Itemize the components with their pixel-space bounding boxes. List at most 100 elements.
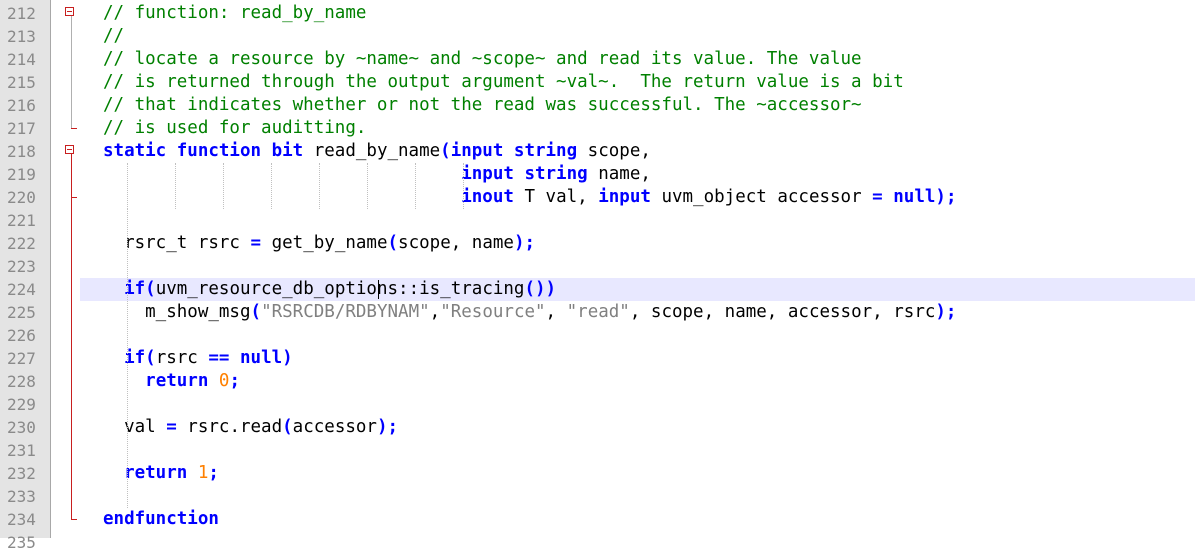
code-line[interactable]: 219 input string name, (0, 163, 1195, 186)
code-line[interactable]: 230 val = rsrc.read(accessor); (0, 416, 1195, 439)
fold-collapse-icon[interactable] (65, 7, 74, 16)
code-token: ( (145, 279, 156, 299)
code-token: ); (935, 187, 957, 207)
code-line[interactable]: 226 (0, 324, 1195, 347)
code-line[interactable]: 234 endfunction (0, 508, 1195, 531)
line-number: 213 (7, 27, 36, 46)
code-line[interactable]: 231 (0, 439, 1195, 462)
code-token: "read" (566, 302, 630, 322)
code-token: ( (387, 233, 399, 253)
code-token: "Resource" (440, 302, 546, 322)
code-token: // that indicates whether or not the rea… (103, 95, 862, 115)
code-line[interactable]: 224 if(uvm_resource_db_options::is_traci… (0, 278, 1195, 301)
text-caret (378, 280, 379, 299)
code-line[interactable]: 214 // locate a resource by ~name~ and ~s… (0, 48, 1195, 71)
code-text[interactable]: static function bit read_by_name(input s… (103, 140, 651, 163)
code-text[interactable]: if(uvm_resource_db_options::is_tracing()… (103, 278, 556, 301)
code-line[interactable]: 232 return 1; (0, 462, 1195, 485)
line-number: 226 (7, 326, 36, 345)
code-token: // locate a resource by ~name~ and ~scop… (103, 49, 862, 69)
code-token: ; (208, 463, 219, 483)
code-line[interactable]: 215 // is returned through the output arg… (0, 71, 1195, 94)
code-token: inout (461, 187, 514, 207)
code-text[interactable]: // is used for auditting. (103, 117, 366, 140)
indent-guide (127, 163, 129, 209)
code-token: get_by_name (261, 233, 388, 253)
code-text[interactable]: endfunction (103, 508, 219, 531)
indent-guide (463, 163, 465, 209)
line-number: 235 (7, 533, 36, 552)
indent-guide (367, 163, 369, 209)
code-token: rsrc.read (176, 417, 283, 437)
line-number: 221 (7, 211, 36, 230)
code-text[interactable]: m_show_msg("RSRCDB/RDBYNAM","Resource" , … (103, 301, 956, 324)
code-token: rsrc_t rsrc (103, 233, 251, 253)
code-line[interactable]: 225 m_show_msg("RSRCDB/RDBYNAM","Resourc… (0, 301, 1195, 324)
code-token: , (429, 302, 441, 322)
line-number: 232 (7, 464, 36, 483)
code-token: // function: read_by_name (103, 3, 367, 23)
code-line[interactable]: 213 // (0, 25, 1195, 48)
line-number: 214 (7, 50, 36, 69)
code-token: = (250, 233, 262, 253)
code-token: // (103, 26, 125, 46)
code-token: ); (513, 233, 536, 253)
code-line[interactable]: 217 // is used for auditting. (0, 117, 1195, 140)
code-token: , (545, 302, 567, 322)
code-token: T val, (513, 187, 599, 207)
code-text[interactable]: if(rsrc == null) (103, 347, 293, 370)
code-token: null (893, 187, 936, 207)
code-text[interactable]: return 0; (103, 370, 240, 393)
code-token: ()) (524, 279, 557, 299)
code-line[interactable]: 227 if(rsrc == null) (0, 347, 1195, 370)
code-text[interactable]: // function: read_by_name (103, 2, 366, 25)
code-text[interactable]: // (103, 25, 124, 48)
code-line[interactable]: 233 (0, 485, 1195, 508)
code-token: ( (250, 302, 262, 322)
code-line[interactable]: 220 inout T val, input uvm_object access… (0, 186, 1195, 209)
code-line[interactable]: 228 return 0; (0, 370, 1195, 393)
code-line[interactable]: 229 (0, 393, 1195, 416)
line-number: 219 (7, 165, 36, 184)
code-token: val (103, 417, 167, 437)
code-line[interactable]: 221 (0, 209, 1195, 232)
code-editor[interactable]: 212 // function: read_by_name 213 // 214 // l… (0, 0, 1195, 552)
code-text[interactable]: // locate a resource by ~name~ and ~scop… (103, 48, 862, 71)
code-line[interactable]: 222 rsrc_t rsrc = get_by_name(scope, nam… (0, 232, 1195, 255)
code-text[interactable]: // that indicates whether or not the rea… (103, 94, 862, 117)
code-token: // is returned through the output argume… (103, 72, 904, 92)
code-text[interactable]: // is returned through the output argume… (103, 71, 904, 94)
code-line[interactable]: 216 // that indicates whether or not the … (0, 94, 1195, 117)
code-text[interactable]: input string name, (103, 163, 651, 186)
code-token: return (124, 463, 188, 483)
line-number: 218 (7, 142, 36, 161)
code-token: = (872, 187, 883, 207)
fold-range-line (71, 16, 72, 128)
code-token: ); (935, 302, 957, 322)
code-line[interactable]: 235 (0, 531, 1195, 554)
code-line[interactable]: 218 static function bit read_by_name(inpu… (0, 140, 1195, 163)
code-text[interactable]: inout T val, input uvm_object accessor =… (103, 186, 957, 209)
code-line[interactable]: 223 (0, 255, 1195, 278)
code-token: rsrc (155, 348, 209, 368)
code-text[interactable]: val = rsrc.read(accessor); (103, 416, 398, 439)
code-line[interactable]: 212 // function: read_by_name (0, 2, 1195, 25)
code-text[interactable]: return 1; (103, 462, 219, 485)
code-token: 0 (218, 371, 230, 391)
code-text[interactable]: rsrc_t rsrc = get_by_name(scope, name); (103, 232, 535, 255)
line-number: 222 (7, 234, 36, 253)
indent-guide (127, 209, 129, 508)
code-token: // is used for auditting. (103, 118, 367, 138)
code-token: , scope, name, accessor, rsrc (629, 302, 936, 322)
line-number: 225 (7, 303, 36, 322)
fold-collapse-icon[interactable] (65, 145, 74, 154)
line-number: 216 (7, 96, 36, 115)
code-token: return (145, 371, 209, 391)
